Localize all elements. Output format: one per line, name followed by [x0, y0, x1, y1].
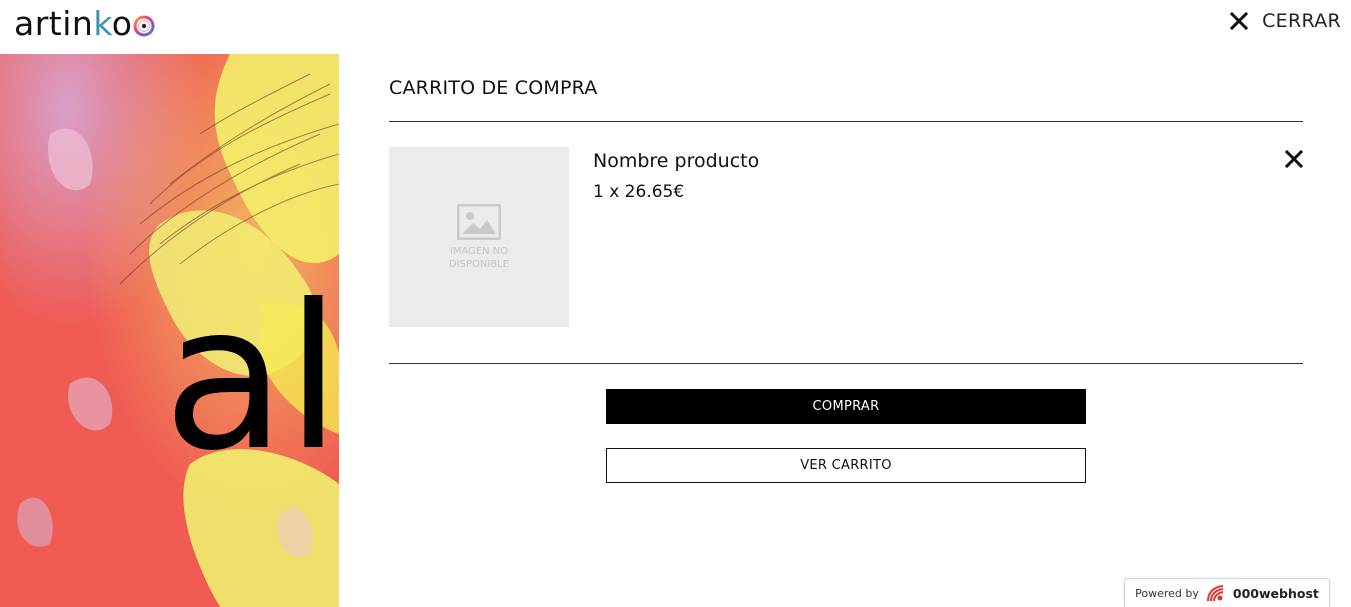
close-label: CERRAR [1262, 10, 1341, 32]
hero-artwork: al [0, 54, 339, 607]
cart-divider-bottom [389, 363, 1303, 364]
site-header: artinko CERRAR [0, 0, 1351, 54]
hero-paint-image: al [0, 54, 339, 607]
powered-by-label: Powered by [1135, 586, 1199, 600]
powered-by-badge[interactable]: Powered by 000webhost [1124, 578, 1330, 607]
product-price: 1 x 26.65€ [593, 182, 685, 202]
site-logo[interactable]: artinko [14, 0, 155, 44]
product-thumbnail[interactable]: IMAGEN NO DISPONIBLE [389, 147, 569, 327]
remove-item-icon[interactable] [1285, 150, 1303, 168]
logo-text-prefix: artin [14, 4, 94, 43]
hero-letters: al [163, 262, 339, 495]
cart-title: CARRITO DE COMPRA [389, 77, 598, 99]
logo-text: artinko [14, 4, 132, 44]
cart-divider-top [389, 121, 1303, 122]
logo-text-accent: k [93, 4, 112, 43]
powered-by-brand: 000webhost [1232, 585, 1319, 601]
image-unavailable-text: IMAGEN NO DISPONIBLE [448, 246, 510, 270]
webhost-logo-icon [1206, 585, 1224, 602]
logo-text-suffix: o [111, 4, 133, 43]
logo-face-icon [133, 15, 155, 37]
buy-button[interactable]: COMPRAR [606, 389, 1086, 424]
image-icon [457, 204, 501, 240]
product-name[interactable]: Nombre producto [593, 150, 759, 172]
view-cart-button[interactable]: VER CARRITO [606, 448, 1086, 483]
close-icon [1230, 12, 1249, 30]
close-cart-button[interactable]: CERRAR [1230, 10, 1341, 32]
